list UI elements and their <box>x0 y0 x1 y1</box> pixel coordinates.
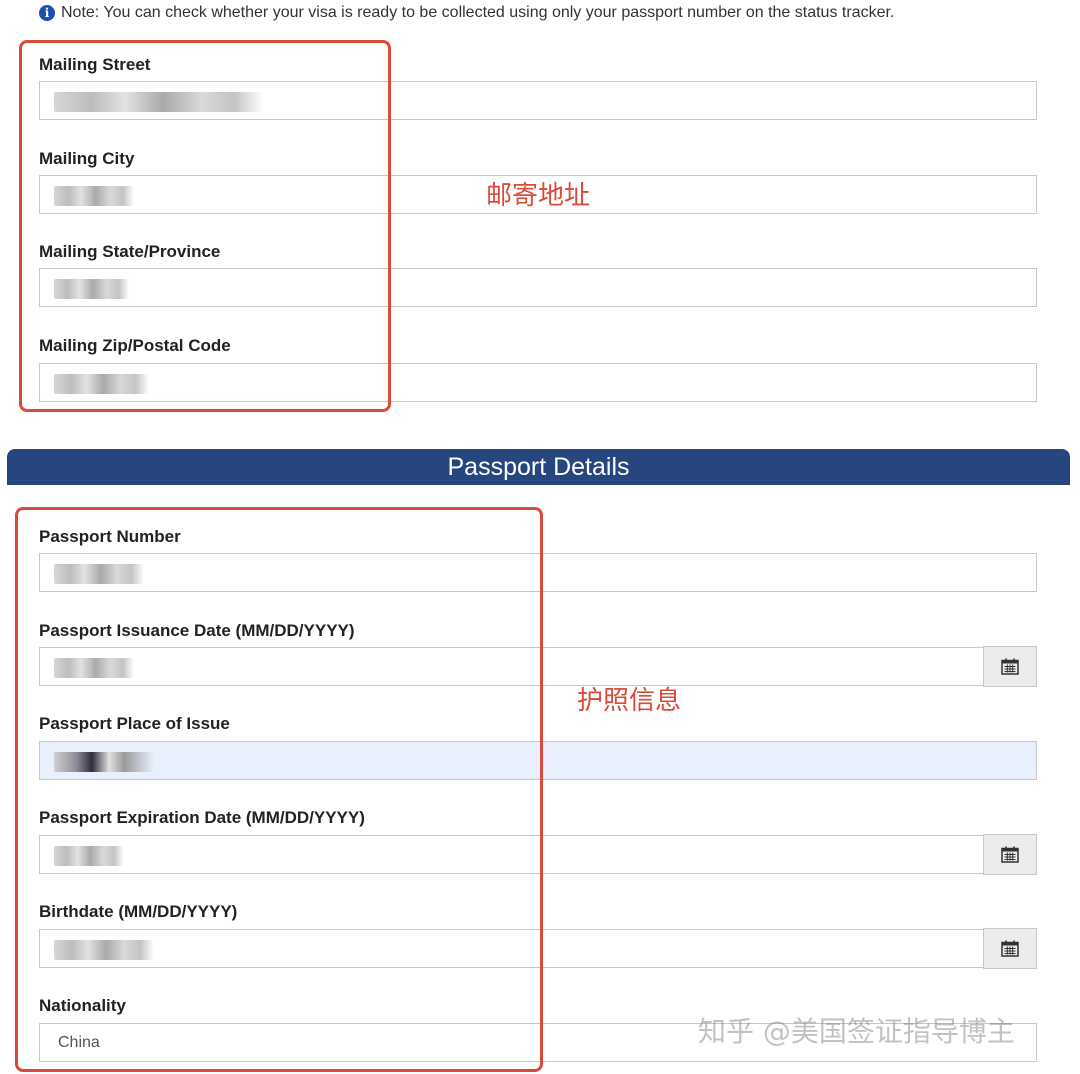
expiration-calendar-button[interactable] <box>983 834 1037 875</box>
passport-details-header: Passport Details <box>7 449 1070 485</box>
visa-status-note: i Note: You can check whether your visa … <box>39 4 894 22</box>
watermark: 知乎 @美国签证指导博主 <box>698 1015 1015 1048</box>
note-text: Note: You can check whether your visa is… <box>61 4 895 21</box>
calendar-icon <box>1001 846 1019 863</box>
info-icon: i <box>39 5 55 21</box>
calendar-icon <box>1001 940 1019 957</box>
passport-annotation: 护照信息 <box>577 686 682 716</box>
passport-highlight-box <box>15 507 543 1072</box>
mailing-annotation: 邮寄地址 <box>486 181 591 211</box>
birthdate-calendar-button[interactable] <box>983 928 1037 969</box>
calendar-icon <box>1001 658 1019 675</box>
mailing-highlight-box <box>19 40 391 412</box>
issuance-calendar-button[interactable] <box>983 646 1037 687</box>
